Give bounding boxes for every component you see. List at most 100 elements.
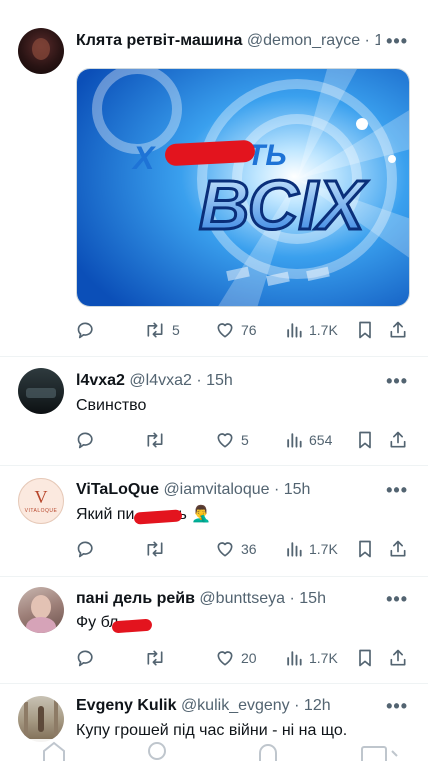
display-name[interactable]: ViTaLoQue xyxy=(76,481,159,498)
tweet-image[interactable]: Х ТЬ ВСІХ xyxy=(76,68,410,307)
tweet-header: пані дель рейв @bunttseya · 15h ••• xyxy=(76,588,416,610)
like-count: 36 xyxy=(241,541,257,557)
user-handle[interactable]: @demon_rayce xyxy=(247,32,360,49)
heart-icon xyxy=(217,542,233,557)
share-button[interactable] xyxy=(388,647,408,669)
views-bar-chart-icon xyxy=(287,542,302,557)
retweet-button[interactable] xyxy=(144,538,166,560)
home-icon xyxy=(43,741,65,761)
avatar[interactable] xyxy=(18,696,64,742)
like-button[interactable]: 36 xyxy=(215,538,257,560)
views-count: 654 xyxy=(309,432,333,448)
bookmark-icon xyxy=(359,321,371,339)
more-options-icon[interactable]: ••• xyxy=(386,479,408,501)
like-button[interactable]: 20 xyxy=(215,647,257,669)
display-name[interactable]: Evgeny Kulik xyxy=(76,697,176,714)
retweet-button[interactable] xyxy=(144,429,166,451)
share-button[interactable] xyxy=(388,429,408,451)
display-name[interactable]: пані дель рейв xyxy=(76,590,195,607)
avatar-logo-word: VITALOQUE xyxy=(24,508,58,514)
reply-button[interactable] xyxy=(76,319,96,341)
avatar[interactable] xyxy=(18,28,64,74)
retweet-button[interactable] xyxy=(144,647,166,669)
timestamp[interactable]: · 12h xyxy=(294,697,330,714)
more-options-icon[interactable]: ••• xyxy=(380,30,408,52)
reply-button[interactable] xyxy=(76,429,96,451)
redaction-mark xyxy=(165,140,255,166)
tweet-text-start: Який пи xyxy=(76,506,135,523)
share-button[interactable] xyxy=(388,538,408,560)
bookmark-icon xyxy=(359,431,371,449)
retweet-icon xyxy=(147,650,163,666)
timestamp[interactable]: · 15h xyxy=(274,481,310,498)
tweet-header: l4vxa2 @l4vxa2 · 15h ••• xyxy=(76,370,416,392)
tweet-2[interactable]: l4vxa2 @l4vxa2 · 15h ••• Свинство 5 654 xyxy=(0,357,428,465)
timestamp[interactable]: · 15h xyxy=(290,590,326,607)
avatar[interactable] xyxy=(18,587,64,633)
views-count: 1.7K xyxy=(309,650,338,666)
media-text-big: ВСІХ xyxy=(199,166,369,244)
display-name[interactable]: l4vxa2 xyxy=(76,372,125,389)
retweet-icon xyxy=(147,322,163,338)
bookmark-button[interactable] xyxy=(356,319,374,341)
avatar[interactable] xyxy=(18,368,64,414)
more-options-icon[interactable]: ••• xyxy=(386,695,408,717)
messages-envelope-icon xyxy=(361,746,387,761)
more-options-icon[interactable]: ••• xyxy=(386,588,408,610)
like-button[interactable]: 5 xyxy=(215,429,249,451)
compose-icon xyxy=(391,750,398,757)
tweet-1[interactable]: Клята ретвіт-машина @demon_rayce · 15h •… xyxy=(0,0,428,355)
views-bar-chart-icon xyxy=(287,323,302,338)
more-options-icon[interactable]: ••• xyxy=(386,370,408,392)
notifications-bell-icon xyxy=(259,744,277,761)
like-button[interactable]: 76 xyxy=(215,319,257,341)
bottom-nav-icons xyxy=(43,741,398,761)
bookmark-button[interactable] xyxy=(356,538,374,560)
tweet-actions: 5 76 1.7K xyxy=(76,319,414,341)
media-artwork: Х ТЬ ВСІХ xyxy=(77,69,409,306)
reply-icon xyxy=(77,322,93,339)
tweet-text: Свинство xyxy=(76,397,147,414)
user-handle[interactable]: @l4vxa2 xyxy=(129,372,192,389)
views-button[interactable]: 1.7K xyxy=(285,647,338,669)
share-icon xyxy=(390,649,406,666)
like-count: 76 xyxy=(241,322,257,338)
user-handle[interactable]: @iamvitaloque xyxy=(163,481,269,498)
bookmark-button[interactable] xyxy=(356,429,374,451)
search-icon xyxy=(148,742,166,760)
bookmark-icon xyxy=(359,649,371,667)
retweet-icon xyxy=(147,432,163,448)
reply-button[interactable] xyxy=(76,538,96,560)
avatar[interactable]: V VITALOQUE xyxy=(18,478,64,524)
reply-icon xyxy=(77,650,93,667)
tweet-4[interactable]: пані дель рейв @bunttseya · 15h ••• Фу б… xyxy=(0,577,428,683)
like-count: 5 xyxy=(241,432,249,448)
share-button[interactable] xyxy=(388,319,408,341)
display-name[interactable]: Клята ретвіт-машина xyxy=(76,32,242,49)
timestamp[interactable]: · 15h xyxy=(196,372,232,389)
views-bar-chart-icon xyxy=(287,433,302,448)
reply-icon xyxy=(77,432,93,449)
heart-icon xyxy=(217,323,233,338)
like-count: 20 xyxy=(241,650,257,666)
user-handle[interactable]: @kulik_evgeny xyxy=(181,697,290,714)
tweet-actions: 36 1.7K xyxy=(76,538,414,560)
tweet-3[interactable]: V VITALOQUE ViTaLoQue @iamvitaloque · 15… xyxy=(0,466,428,576)
user-handle[interactable]: @bunttseya xyxy=(199,590,285,607)
views-count: 1.7K xyxy=(309,541,338,557)
tweet-text-end: ь 🤦‍♂️ xyxy=(178,506,212,523)
views-button[interactable]: 1.7K xyxy=(285,319,338,341)
views-button[interactable]: 654 xyxy=(285,429,332,451)
reply-button[interactable] xyxy=(76,647,96,669)
reply-icon xyxy=(77,541,93,558)
heart-icon xyxy=(217,433,233,448)
retweet-button[interactable]: 5 xyxy=(144,319,180,341)
tweet-header: Клята ретвіт-машина @demon_rayce · 15h •… xyxy=(76,30,416,52)
bookmark-button[interactable] xyxy=(356,647,374,669)
share-icon xyxy=(390,540,406,557)
media-text-top: Х xyxy=(131,140,156,176)
retweet-icon xyxy=(147,541,163,557)
views-button[interactable]: 1.7K xyxy=(285,538,338,560)
share-icon xyxy=(390,431,406,448)
views-count: 1.7K xyxy=(309,322,338,338)
